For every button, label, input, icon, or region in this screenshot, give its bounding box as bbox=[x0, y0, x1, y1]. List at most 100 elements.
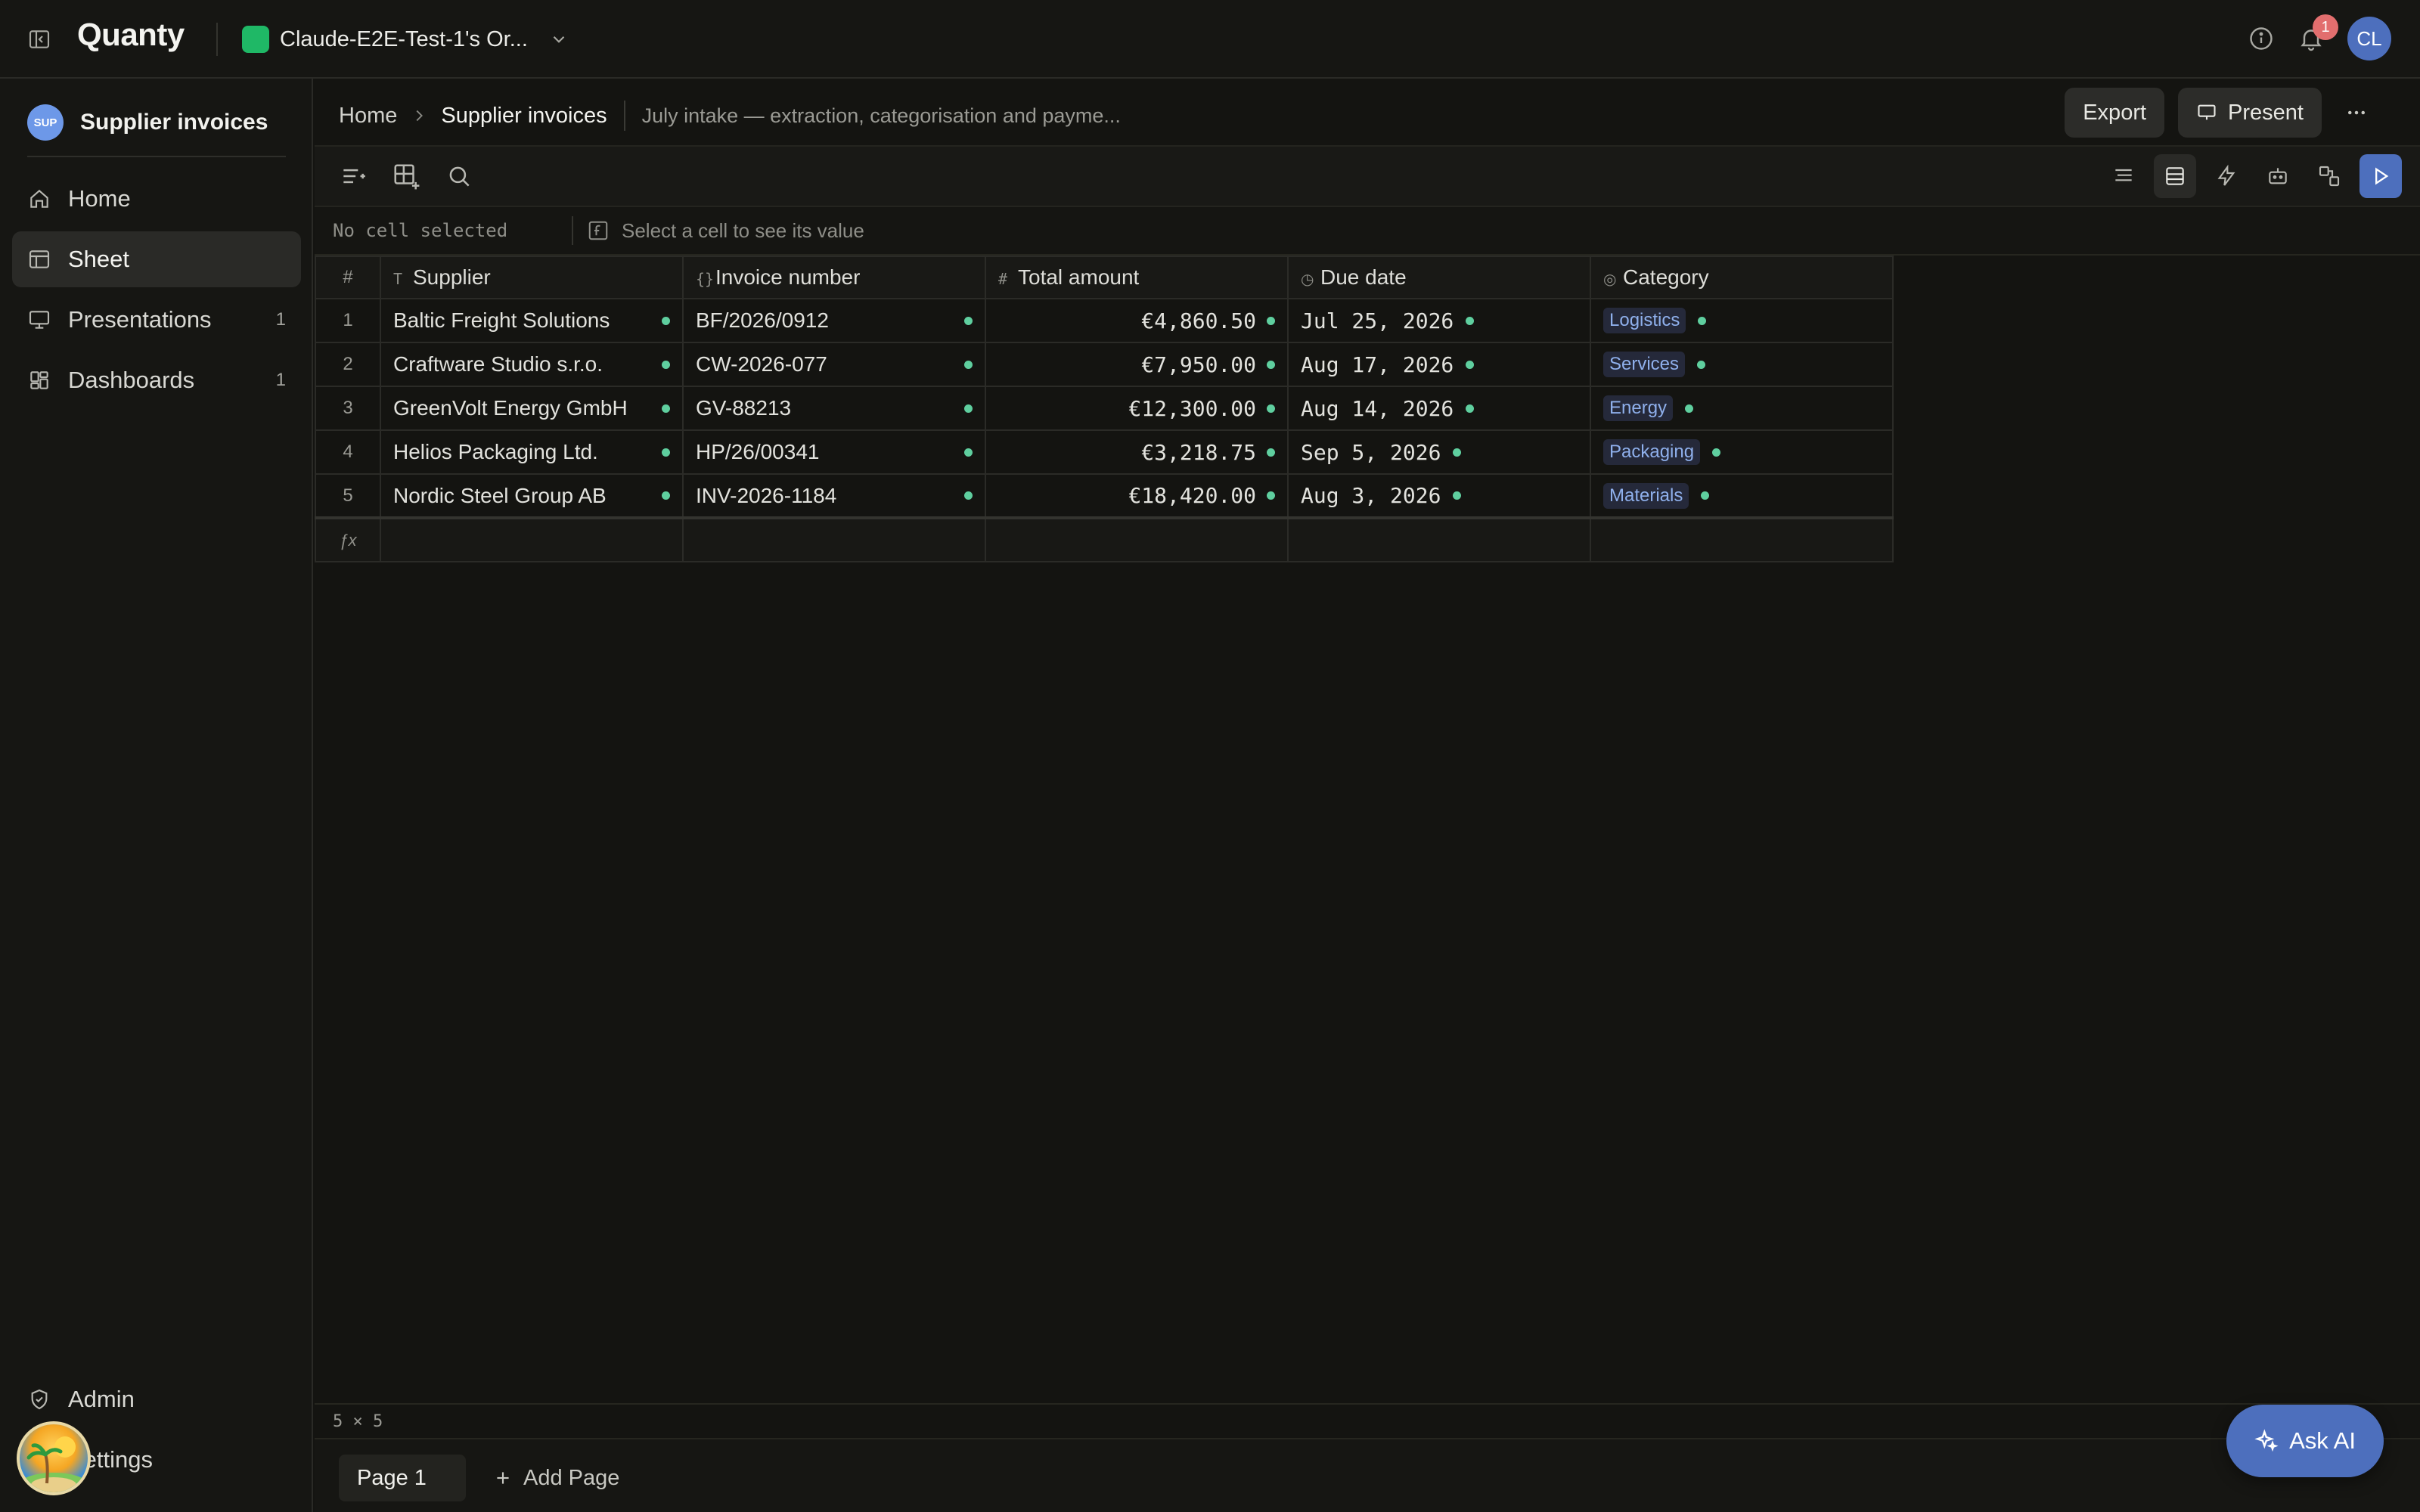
cell-total-amount[interactable]: €4,860.50 bbox=[985, 298, 1289, 343]
column-label: Total amount bbox=[1018, 265, 1140, 289]
cell-invoice-number[interactable]: HP/26/00341 bbox=[682, 429, 986, 475]
function-icon bbox=[587, 219, 610, 242]
sidebar-item-dashboards[interactable]: Dashboards 1 bbox=[12, 352, 301, 408]
sidebar-item-label: Dashboards bbox=[68, 367, 195, 393]
sidebar-item-sheet[interactable]: Sheet bbox=[12, 231, 301, 287]
column-header-total-amount[interactable]: # Total amount bbox=[985, 256, 1289, 299]
ask-ai-button[interactable]: Ask AI bbox=[2226, 1405, 2384, 1477]
sidebar-item-label: Presentations bbox=[68, 306, 212, 333]
cell-total-amount[interactable]: €18,420.00 bbox=[985, 473, 1289, 519]
header-row: # T Supplier {}Invoice number # Total amou… bbox=[315, 256, 1894, 299]
table-row: 5 Nordic Steel Group AB INV-2026-1184 €18,4… bbox=[315, 473, 1894, 519]
breadcrumb-divider bbox=[623, 101, 625, 131]
user-avatar[interactable]: CL bbox=[2347, 17, 2391, 60]
profile-emoji-avatar[interactable] bbox=[17, 1421, 91, 1495]
bell-icon[interactable]: 1 bbox=[2297, 14, 2338, 52]
sidebar-item-count: 1 bbox=[275, 370, 286, 390]
org-switcher[interactable]: Claude-E2E-Test-1's Or... bbox=[242, 21, 569, 57]
export-button[interactable]: Export bbox=[2065, 88, 2165, 138]
add-row-icon[interactable] bbox=[339, 162, 368, 191]
formula-cell[interactable] bbox=[1590, 516, 1894, 562]
chevron-right-icon bbox=[411, 107, 427, 124]
cell-supplier[interactable]: Helios Packaging Ltd. bbox=[380, 429, 684, 475]
table-row: 1 Baltic Freight Solutions BF/2026/0912 €4,… bbox=[315, 298, 1894, 343]
robot-icon[interactable] bbox=[2257, 154, 2299, 198]
sidebar-item-admin[interactable]: Admin bbox=[12, 1371, 301, 1427]
topbar-divider bbox=[216, 23, 218, 56]
column-header-invoice-number[interactable]: {}Invoice number bbox=[682, 256, 986, 299]
sparkle-icon bbox=[2254, 1429, 2279, 1453]
number-type-icon: # bbox=[998, 270, 1008, 288]
sidebar-toggle-icon[interactable] bbox=[27, 27, 51, 51]
formula-cell[interactable] bbox=[380, 516, 684, 562]
cell-due-date[interactable]: Aug 17, 2026 bbox=[1287, 342, 1591, 387]
topbar-actions: 1 CL bbox=[2248, 14, 2391, 60]
cell-supplier[interactable]: GreenVolt Energy GmbH bbox=[380, 386, 684, 431]
cell-value: HP/26/00341 bbox=[696, 440, 820, 463]
cell-due-date[interactable]: Aug 14, 2026 bbox=[1287, 386, 1591, 431]
present-button[interactable]: Present bbox=[2178, 88, 2322, 138]
category-tag: Logistics bbox=[1603, 308, 1686, 333]
cell-category[interactable]: Logistics bbox=[1590, 298, 1894, 343]
lightning-icon[interactable] bbox=[2205, 154, 2248, 198]
cell-supplier[interactable]: Nordic Steel Group AB bbox=[380, 473, 684, 519]
cell-invoice-number[interactable]: GV-88213 bbox=[682, 386, 986, 431]
sidebar-item-count: 1 bbox=[275, 309, 286, 330]
column-header-supplier[interactable]: T Supplier bbox=[380, 256, 684, 299]
cell-category[interactable]: Materials bbox=[1590, 473, 1894, 519]
presentation-icon bbox=[27, 308, 51, 332]
category-type-icon: ◎ bbox=[1603, 271, 1617, 288]
cell-category[interactable]: Services bbox=[1590, 342, 1894, 387]
workspace-header[interactable]: SUP Supplier invoices bbox=[27, 104, 268, 141]
sidebar-item-presentations[interactable]: Presentations 1 bbox=[12, 292, 301, 348]
add-page-button[interactable]: Add Page bbox=[493, 1455, 619, 1501]
page-description[interactable]: July intake — extraction, categorisation… bbox=[642, 104, 1121, 128]
formula-cell[interactable] bbox=[985, 516, 1289, 562]
cell-supplier[interactable]: Craftware Studio s.r.o. bbox=[380, 342, 684, 387]
sidebar-item-label: Home bbox=[68, 185, 131, 212]
cell-due-date[interactable]: Aug 3, 2026 bbox=[1287, 473, 1591, 519]
cell-due-date[interactable]: Sep 5, 2026 bbox=[1287, 429, 1591, 475]
table-view-icon[interactable] bbox=[2154, 154, 2196, 198]
cell-total-amount[interactable]: €7,950.00 bbox=[985, 342, 1289, 387]
breadcrumb-current[interactable]: Supplier invoices bbox=[441, 104, 607, 129]
cell-total-amount[interactable]: €12,300.00 bbox=[985, 386, 1289, 431]
cell-supplier[interactable]: Baltic Freight Solutions bbox=[380, 298, 684, 343]
breadcrumb-home[interactable]: Home bbox=[339, 104, 397, 129]
add-column-icon[interactable] bbox=[392, 162, 420, 191]
cell-total-amount[interactable]: €3,218.75 bbox=[985, 429, 1289, 475]
status-dot bbox=[1453, 491, 1462, 500]
workspace-title: Supplier invoices bbox=[80, 110, 268, 135]
shapes-icon[interactable] bbox=[2308, 154, 2350, 198]
search-icon[interactable] bbox=[445, 162, 473, 191]
formula-cell[interactable] bbox=[1287, 516, 1591, 562]
page-tab[interactable]: Page 1 bbox=[339, 1455, 466, 1501]
more-options-icon[interactable] bbox=[2335, 91, 2378, 134]
cell-category[interactable]: Energy bbox=[1590, 386, 1894, 431]
formula-input[interactable]: Select a cell to see its value bbox=[622, 219, 864, 243]
category-tag: Energy bbox=[1603, 395, 1674, 421]
text-align-icon[interactable] bbox=[2102, 154, 2145, 198]
brand-logo[interactable]: Quanty bbox=[77, 17, 185, 53]
column-label: Due date bbox=[1320, 265, 1407, 289]
status-dot bbox=[1701, 491, 1710, 500]
run-play-icon[interactable] bbox=[2360, 154, 2402, 198]
cell-value: €7,950.00 bbox=[1141, 352, 1256, 377]
column-header-category[interactable]: ◎ Category bbox=[1590, 256, 1894, 299]
cell-value: Baltic Freight Solutions bbox=[393, 308, 610, 332]
formula-cell[interactable] bbox=[682, 516, 986, 562]
cell-invoice-number[interactable]: CW-2026-077 bbox=[682, 342, 986, 387]
cell-value: Aug 14, 2026 bbox=[1301, 395, 1454, 421]
status-dot bbox=[1267, 491, 1275, 500]
cell-category[interactable]: Packaging bbox=[1590, 429, 1894, 475]
sidebar-item-label: Settings bbox=[68, 1446, 154, 1473]
sidebar-item-home[interactable]: Home bbox=[12, 171, 301, 227]
cell-invoice-number[interactable]: INV-2026-1184 bbox=[682, 473, 986, 519]
cell-due-date[interactable]: Jul 25, 2026 bbox=[1287, 298, 1591, 343]
sidebar-divider bbox=[27, 156, 286, 157]
cell-invoice-number[interactable]: BF/2026/0912 bbox=[682, 298, 986, 343]
status-dot bbox=[964, 404, 973, 413]
cell-value: GreenVolt Energy GmbH bbox=[393, 396, 628, 420]
info-icon[interactable] bbox=[2248, 25, 2275, 52]
column-header-due-date[interactable]: ◷ Due date bbox=[1287, 256, 1591, 299]
